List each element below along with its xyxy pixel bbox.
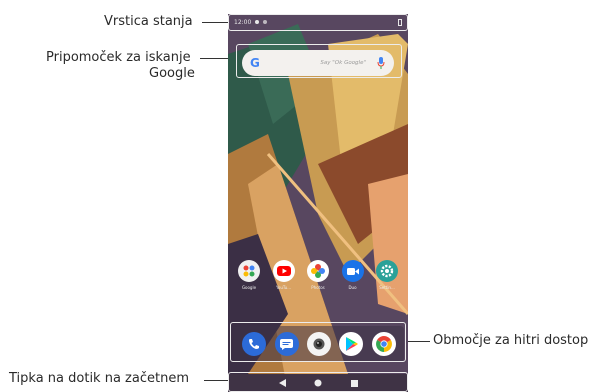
callout-google-search-line2: Google — [149, 66, 195, 81]
app-label: YouTu... — [275, 285, 292, 290]
search-widget-highlight — [236, 44, 402, 78]
duo-icon — [341, 260, 364, 282]
callout-home-touch-key: Tipka na dotik na začetnem — [9, 371, 189, 386]
callout-status-bar: Vrstica stanja — [104, 14, 193, 29]
app-photos[interactable]: Photos — [303, 260, 333, 290]
status-bar-highlight — [228, 14, 408, 31]
app-youtube[interactable]: YouTu... — [269, 260, 299, 290]
callout-quick-access: Območje za hitri dostop — [433, 333, 589, 348]
youtube-icon — [272, 260, 295, 282]
leader-quick-access — [406, 341, 430, 342]
settings-icon — [376, 260, 398, 282]
quick-access-highlight — [230, 322, 406, 362]
photos-icon — [307, 260, 329, 282]
app-settings[interactable]: Settin... — [372, 260, 402, 290]
nav-bar-highlight — [228, 372, 408, 392]
callout-google-search-line1: Pripomoček za iskanje — [46, 50, 191, 65]
app-label: Google — [241, 285, 257, 290]
leader-home-touch-key — [204, 380, 228, 381]
home-app-row: Google YouTu... Photos Duo Settin... — [234, 260, 402, 290]
app-label: Duo — [348, 285, 357, 290]
app-duo[interactable]: Duo — [338, 260, 368, 290]
app-google-folder[interactable]: Google — [234, 260, 264, 290]
app-label: Settin... — [379, 285, 395, 290]
app-label: Photos — [311, 285, 325, 290]
leader-status-bar — [202, 22, 230, 23]
google-folder-icon — [238, 260, 260, 282]
